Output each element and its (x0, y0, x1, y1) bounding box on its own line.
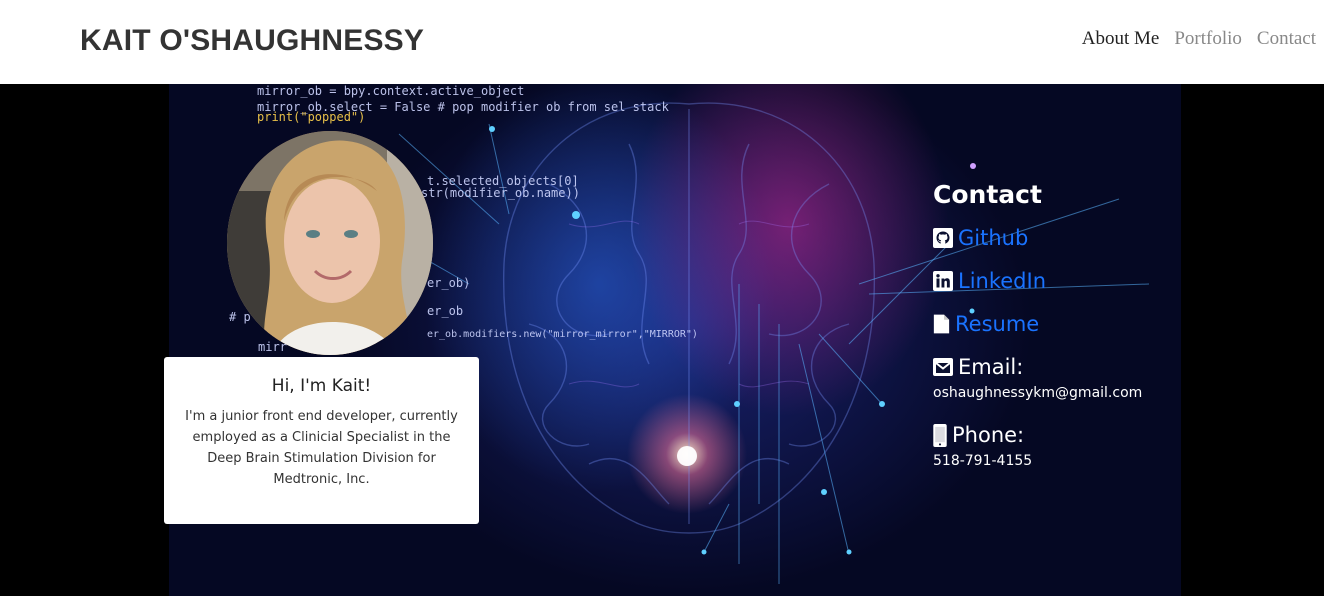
code-line: # p (229, 310, 251, 324)
phone-label: Phone: (933, 423, 1024, 447)
mobile-phone-icon (933, 423, 947, 447)
linkedin-link-label: LinkedIn (958, 269, 1047, 293)
profile-photo (227, 131, 433, 355)
contact-panel: Contact Github LinkedIn Resume Email: os… (933, 180, 1142, 469)
code-line: str(modifier_ob.name)) (421, 186, 580, 200)
email-label-text: Email: (958, 355, 1024, 379)
site-brand[interactable]: KAIT O'SHAUGHNESSY (80, 24, 424, 58)
code-line: mirror_ob = bpy.context.active_object (257, 84, 525, 98)
code-line: print("popped") (257, 110, 366, 124)
intro-card: Hi, I'm Kait! I'm a junior front end dev… (164, 357, 479, 524)
code-line: er_ob (427, 304, 464, 318)
resume-link-label: Resume (955, 312, 1040, 336)
github-link[interactable]: Github (933, 226, 1028, 250)
code-line: er_ob) (427, 276, 471, 290)
contact-heading: Contact (933, 180, 1042, 209)
intro-card-text: I'm a junior front end developer, curren… (185, 409, 458, 487)
github-link-label: Github (958, 226, 1029, 250)
linkedin-icon (933, 271, 953, 291)
nav-link-about-me[interactable]: About Me (1082, 28, 1160, 50)
email-value[interactable]: oshaughnessykm@gmail.com (933, 385, 1142, 401)
github-icon (933, 228, 953, 248)
nav-links: About Me Portfolio Contact (1082, 28, 1316, 50)
phone-value[interactable]: 518-791-4155 (933, 453, 1032, 469)
nav-link-portfolio[interactable]: Portfolio (1174, 28, 1242, 50)
linkedin-link[interactable]: LinkedIn (933, 269, 1046, 293)
email-label: Email: (933, 355, 1023, 379)
resume-link[interactable]: Resume (933, 312, 1039, 336)
phone-label-text: Phone: (952, 423, 1025, 447)
file-icon (933, 314, 950, 334)
intro-card-title: Hi, I'm Kait! (271, 376, 372, 396)
code-line: er_ob.modifiers.new("mirror_mirror","MIR… (427, 329, 698, 340)
profile-photo-illustration (227, 131, 433, 355)
nav-link-contact[interactable]: Contact (1257, 28, 1316, 50)
envelope-icon (933, 358, 953, 376)
navbar: KAIT O'SHAUGHNESSY About Me Portfolio Co… (0, 0, 1324, 84)
